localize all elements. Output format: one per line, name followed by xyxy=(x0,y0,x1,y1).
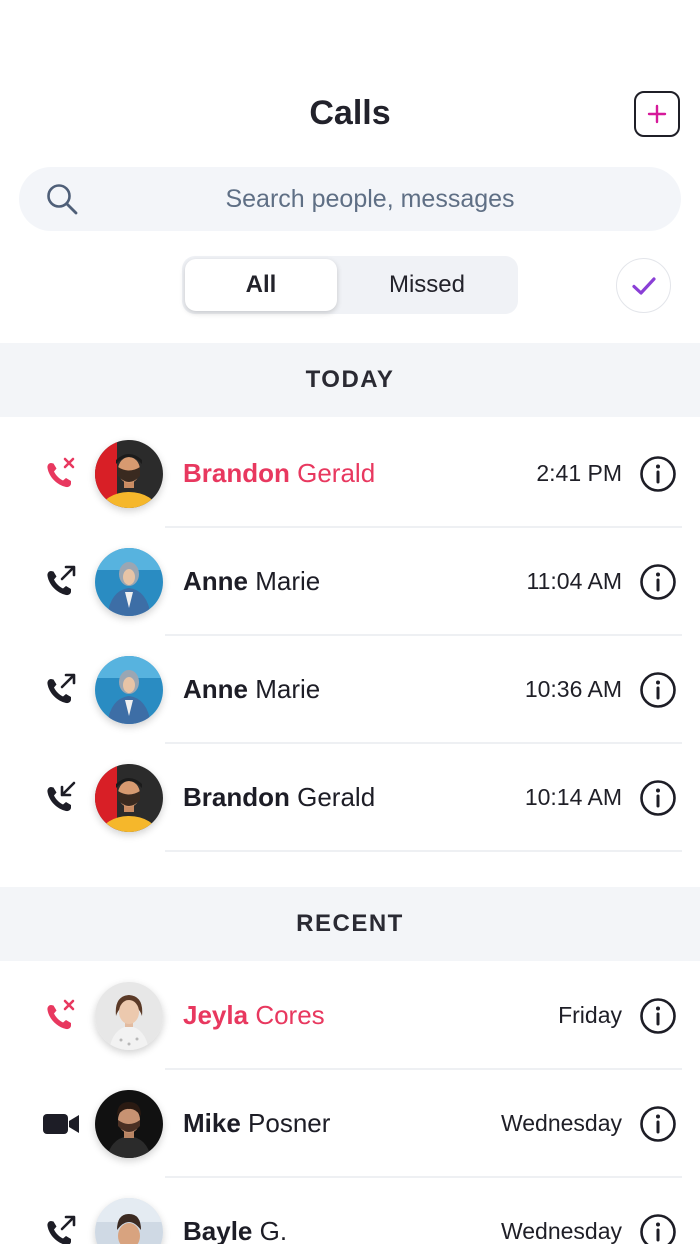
avatar xyxy=(95,982,163,1050)
avatar xyxy=(95,1090,163,1158)
contact-first-name: Anne xyxy=(183,566,248,596)
contact-first-name: Mike xyxy=(183,1108,241,1138)
filter-all-tab[interactable]: All xyxy=(185,259,337,311)
header: Calls xyxy=(0,88,700,146)
avatar xyxy=(95,1198,163,1244)
contact-last-name: Gerald xyxy=(297,782,376,812)
call-row[interactable]: Mike Posner Wednesday xyxy=(0,1070,700,1178)
phone-missed-icon xyxy=(47,999,75,1030)
info-icon[interactable] xyxy=(638,1212,678,1244)
phone-outgoing-icon xyxy=(47,1215,76,1244)
call-time: 11:04 AM xyxy=(526,568,622,594)
contact-last-name: Marie xyxy=(255,566,321,596)
info-icon[interactable] xyxy=(638,1104,678,1144)
contact-name: Brandon Gerald xyxy=(183,458,375,489)
contact-first-name: Brandon xyxy=(183,458,290,488)
contact-name: Bayle G. xyxy=(183,1216,287,1244)
contact-name: Mike Posner xyxy=(183,1108,330,1139)
call-row[interactable]: Bayle G. Wednesday xyxy=(0,1178,700,1244)
call-time: Friday xyxy=(558,1002,622,1028)
info-icon[interactable] xyxy=(638,670,678,710)
phone-missed-icon xyxy=(47,457,75,488)
contact-last-name: Posner xyxy=(248,1108,331,1138)
new-call-button[interactable] xyxy=(634,91,680,137)
contact-name: Jeyla Cores xyxy=(183,1000,325,1031)
avatar xyxy=(95,548,163,616)
call-time: 10:36 AM xyxy=(524,676,622,702)
page-title: Calls xyxy=(309,94,391,132)
contact-last-name: Cores xyxy=(255,1000,325,1030)
call-time: 10:14 AM xyxy=(524,784,622,810)
filter-missed-tab[interactable]: Missed xyxy=(352,259,502,311)
call-row[interactable]: Jeyla Cores Friday xyxy=(0,962,700,1070)
contact-first-name: Brandon xyxy=(183,782,290,812)
call-time: 2:41 PM xyxy=(536,460,622,486)
avatar xyxy=(95,764,163,832)
call-time: Wednesday xyxy=(500,1110,622,1136)
call-time: Wednesday xyxy=(500,1218,622,1244)
phone-outgoing-icon xyxy=(47,565,76,596)
call-row[interactable]: Anne Marie 10:36 AM xyxy=(0,636,700,744)
info-icon[interactable] xyxy=(638,996,678,1036)
contact-first-name: Jeyla xyxy=(183,1000,249,1030)
info-icon[interactable] xyxy=(638,778,678,818)
phone-incoming-icon xyxy=(47,781,76,812)
avatar xyxy=(95,440,163,508)
search-bar[interactable] xyxy=(19,167,681,231)
search-input[interactable] xyxy=(99,167,641,231)
contact-last-name: G. xyxy=(259,1216,288,1244)
contact-name: Brandon Gerald xyxy=(183,782,375,813)
row-divider xyxy=(165,850,682,852)
select-calls-button[interactable] xyxy=(616,258,671,313)
info-icon[interactable] xyxy=(638,454,678,494)
contact-last-name: Gerald xyxy=(297,458,376,488)
call-row[interactable]: Brandon Gerald 10:14 AM xyxy=(0,744,700,852)
contact-last-name: Marie xyxy=(255,674,321,704)
contact-first-name: Anne xyxy=(183,674,248,704)
call-row[interactable]: Brandon Gerald 2:41 PM xyxy=(0,420,700,528)
check-icon xyxy=(631,276,656,295)
avatar xyxy=(95,656,163,724)
phone-outgoing-icon xyxy=(47,673,76,704)
contact-name: Anne Marie xyxy=(183,674,320,705)
contact-first-name: Bayle xyxy=(183,1216,253,1244)
contact-name: Anne Marie xyxy=(183,566,320,597)
call-filter-segmented-control: All Missed xyxy=(182,256,518,314)
call-row[interactable]: Anne Marie 11:04 AM xyxy=(0,528,700,636)
section-header-recent: RECENT xyxy=(0,887,700,961)
search-icon xyxy=(47,184,78,215)
section-header-today: TODAY xyxy=(0,343,700,417)
video-camera-icon xyxy=(43,1114,79,1134)
plus-icon xyxy=(647,104,667,124)
info-icon[interactable] xyxy=(638,562,678,602)
